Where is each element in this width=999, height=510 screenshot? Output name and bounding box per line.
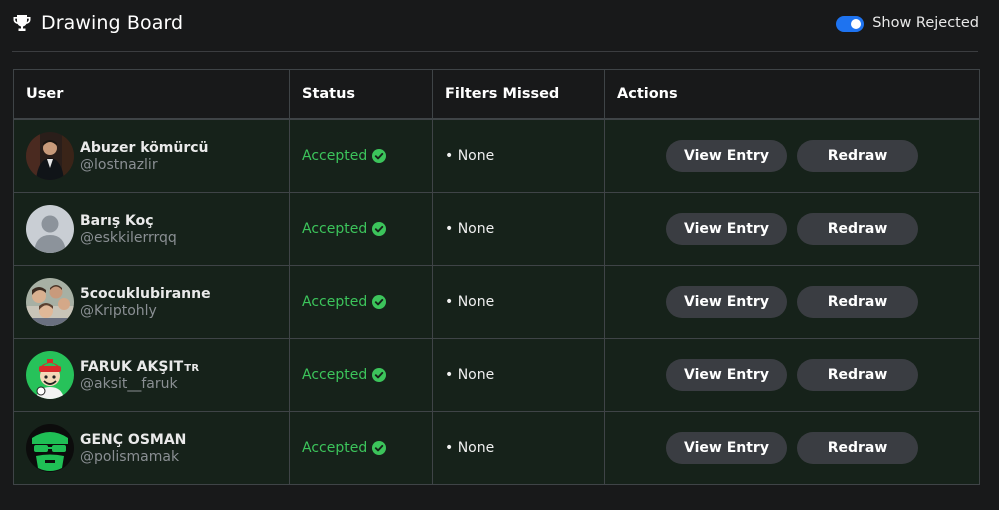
actions-cell: View Entry Redraw [604, 338, 980, 412]
view-entry-button[interactable]: View Entry [666, 432, 787, 464]
avatar[interactable] [26, 205, 74, 253]
redraw-button[interactable]: Redraw [797, 286, 918, 318]
filters-missed-cell: • None [432, 118, 605, 193]
user-name-text: FARUK AKŞIT [80, 358, 184, 375]
status-cell: Accepted [289, 118, 433, 193]
header-divider [12, 51, 978, 52]
country-flag-badge: TR [184, 362, 200, 374]
table-row: GENÇ OSMAN @polismamak Accepted • None V… [13, 411, 980, 485]
page-title: Drawing Board [41, 12, 184, 34]
redraw-button[interactable]: Redraw [797, 359, 918, 391]
column-header-status: Status [289, 69, 433, 120]
check-circle-icon [372, 441, 387, 455]
user-name: 5cocuklubiranne [80, 285, 211, 302]
view-entry-button[interactable]: View Entry [666, 140, 787, 172]
filters-missed-cell: • None [432, 265, 605, 339]
check-circle-icon [372, 149, 387, 163]
user-handle: @polismamak [80, 448, 180, 465]
entries-table: User Status Filters Missed Actions Abuze… [13, 69, 980, 485]
user-name: GENÇ OSMAN [80, 431, 187, 448]
view-entry-button[interactable]: View Entry [666, 286, 787, 318]
filters-missed-text: • None [445, 148, 495, 164]
table-header-row: User Status Filters Missed Actions [13, 69, 980, 120]
actions-cell: View Entry Redraw [604, 265, 980, 339]
status-cell: Accepted [289, 411, 433, 485]
check-circle-icon [372, 295, 387, 309]
actions-cell: View Entry Redraw [604, 118, 980, 193]
filters-missed-cell: • None [432, 192, 605, 266]
filters-missed-text: • None [445, 440, 495, 456]
view-entry-button[interactable]: View Entry [666, 359, 787, 391]
user-name: FARUK AKŞITTR [80, 359, 199, 375]
status-text: Accepted [302, 221, 368, 237]
user-cell: Abuzer kömürcü @lostnazlir [13, 118, 290, 193]
filters-missed-text: • None [445, 221, 495, 237]
user-handle: @lostnazlir [80, 156, 158, 173]
check-circle-icon [372, 222, 387, 236]
avatar[interactable] [26, 424, 74, 472]
user-name: Barış Koç [80, 212, 154, 229]
status-cell: Accepted [289, 192, 433, 266]
show-rejected-label[interactable]: Show Rejected [872, 15, 979, 31]
user-name: Abuzer kömürcü [80, 139, 209, 156]
status-cell: Accepted [289, 338, 433, 412]
check-circle-icon [372, 368, 387, 382]
show-rejected-toggle-group[interactable]: Show Rejected [836, 15, 979, 32]
actions-cell: View Entry Redraw [604, 192, 980, 266]
table-row: 5cocuklubiranne @Kriptohly Accepted • No… [13, 265, 980, 339]
user-cell: 5cocuklubiranne @Kriptohly [13, 265, 290, 339]
column-header-actions: Actions [604, 69, 980, 120]
status-cell: Accepted [289, 265, 433, 339]
trophy-icon [12, 13, 32, 33]
user-cell: Barış Koç @eskkilerrrqq [13, 192, 290, 266]
status-text: Accepted [302, 148, 368, 164]
view-entry-button[interactable]: View Entry [666, 213, 787, 245]
user-info: GENÇ OSMAN @polismamak [80, 432, 186, 465]
redraw-button[interactable]: Redraw [797, 213, 918, 245]
user-handle: @aksit__faruk [80, 375, 178, 392]
table-row: Abuzer kömürcü @lostnazlir Accepted • No… [13, 118, 980, 193]
filters-missed-text: • None [445, 294, 495, 310]
user-info: FARUK AKŞITTR @aksit__faruk [80, 359, 199, 392]
status-text: Accepted [302, 294, 368, 310]
actions-cell: View Entry Redraw [604, 411, 980, 485]
avatar[interactable] [26, 132, 74, 180]
table-row: Barış Koç @eskkilerrrqq Accepted • None [13, 192, 980, 266]
column-header-filters-missed: Filters Missed [432, 69, 605, 120]
user-info: Abuzer kömürcü @lostnazlir [80, 140, 209, 173]
user-handle: @eskkilerrrqq [80, 229, 177, 246]
status-text: Accepted [302, 440, 368, 456]
filters-missed-cell: • None [432, 411, 605, 485]
user-cell: GENÇ OSMAN @polismamak [13, 411, 290, 485]
status-text: Accepted [302, 367, 368, 383]
filters-missed-text: • None [445, 367, 495, 383]
filters-missed-cell: • None [432, 338, 605, 412]
user-info: 5cocuklubiranne @Kriptohly [80, 286, 211, 319]
avatar[interactable] [26, 278, 74, 326]
table-row: FARUK AKŞITTR @aksit__faruk Accepted • N… [13, 338, 980, 412]
column-header-user: User [13, 69, 290, 120]
user-cell: FARUK AKŞITTR @aksit__faruk [13, 338, 290, 412]
user-handle: @Kriptohly [80, 302, 157, 319]
user-info: Barış Koç @eskkilerrrqq [80, 213, 177, 246]
redraw-button[interactable]: Redraw [797, 140, 918, 172]
redraw-button[interactable]: Redraw [797, 432, 918, 464]
avatar[interactable] [26, 351, 74, 399]
show-rejected-toggle[interactable] [836, 15, 865, 32]
title-group: Drawing Board [12, 12, 183, 34]
drawing-board-page: Drawing Board Show Rejected User Status … [0, 0, 999, 510]
header: Drawing Board Show Rejected [12, 10, 979, 36]
